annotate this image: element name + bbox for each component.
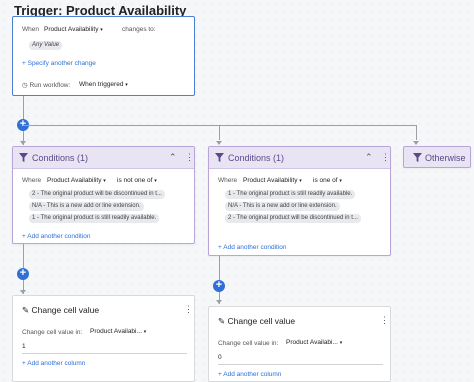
trigger-field-value: Product Availability <box>44 26 99 33</box>
cell-value-input[interactable]: 1 <box>22 343 26 350</box>
condition-value-chip[interactable]: 2 - The original product will be discont… <box>29 190 165 199</box>
add-another-condition-link[interactable]: + Add another condition <box>218 244 287 251</box>
change-cell-value-title: ✎ Change cell value <box>22 305 99 316</box>
condition-value-chip[interactable]: 1 - The original product is still readil… <box>29 214 160 223</box>
condition-field-value: Product Availability <box>243 177 298 184</box>
column-value: Product Availabi... <box>90 328 142 335</box>
condition-operator-select[interactable]: is not one of ▾ <box>117 177 157 184</box>
trigger-field-select[interactable]: Product Availability ▾ <box>44 26 103 33</box>
chevron-down-icon: ▾ <box>143 329 147 335</box>
input-underline <box>218 364 383 365</box>
chevron-down-icon: ▾ <box>339 340 343 346</box>
conditions-title: Conditions (1) <box>228 153 285 163</box>
chevron-down-icon: ▾ <box>103 178 106 184</box>
add-condition-label: Add another condition <box>223 244 287 251</box>
change-cell-value-in-label: Change cell value in: <box>218 340 279 347</box>
arrow-down-icon <box>20 141 26 145</box>
condition-operator-value: is one of <box>313 177 338 184</box>
condition-field-select[interactable]: Product Availability ▾ <box>47 177 106 184</box>
conditions-title: Conditions (1) <box>32 153 89 163</box>
run-workflow-row: ◷ Run workflow: <box>22 81 70 89</box>
collapse-chevron-icon[interactable]: ⌃ <box>365 152 373 163</box>
otherwise-label: Otherwise <box>425 153 466 163</box>
filter-icon <box>413 153 422 162</box>
where-label: Where <box>218 177 238 184</box>
filter-icon <box>19 153 28 162</box>
condition-field-value: Product Availability <box>47 177 102 184</box>
input-underline <box>22 353 187 354</box>
specify-another-change-link[interactable]: + Specify another change <box>22 60 96 67</box>
change-cell-value-title: ✎ Change cell value <box>218 316 295 327</box>
condition-operator-value: is not one of <box>117 177 153 184</box>
cell-value-input[interactable]: 0 <box>218 354 222 361</box>
more-options-icon[interactable]: ⋮ <box>184 304 193 315</box>
arrow-down-icon <box>20 290 26 294</box>
add-another-column-link[interactable]: + Add another column <box>22 360 85 367</box>
condition-field-select[interactable]: Product Availability ▾ <box>243 177 302 184</box>
add-step-button-3[interactable]: + <box>213 280 225 292</box>
chevron-down-icon: ▾ <box>125 82 128 88</box>
change-cell-value-card-right[interactable]: ✎ Change cell value ⋮ Change cell value … <box>208 306 391 382</box>
add-column-label: Add another column <box>223 371 282 378</box>
change-cell-value-card-left[interactable]: ✎ Change cell value ⋮ Change cell value … <box>12 295 195 382</box>
condition-value-chip[interactable]: 2 - The original product will be discont… <box>225 214 361 223</box>
add-step-button-2[interactable]: + <box>17 268 29 280</box>
condition-operator-select[interactable]: is one of ▾ <box>313 177 342 184</box>
filter-icon <box>215 153 224 162</box>
change-cell-value-in-label: Change cell value in: <box>22 329 83 336</box>
arrow-down-icon <box>413 141 419 145</box>
arrow-down-icon <box>216 300 222 304</box>
otherwise-card[interactable]: Otherwise <box>403 146 471 168</box>
conditions-card-right[interactable]: Conditions (1) ⌃ ⋮ Where Product Availab… <box>208 146 391 256</box>
column-value: Product Availabi... <box>286 339 338 346</box>
any-value-chip[interactable]: Any Value <box>29 41 63 50</box>
more-options-icon[interactable]: ⋮ <box>185 152 194 163</box>
chevron-down-icon: ▾ <box>339 178 342 184</box>
condition-value-chip[interactable]: N/A - This is a new add or line extensio… <box>225 202 340 211</box>
specify-link-label: Specify another change <box>27 60 96 67</box>
condition-value-chip[interactable]: 1 - The original product is still readil… <box>225 190 356 199</box>
condition-value-chip[interactable]: N/A - This is a new add or line extensio… <box>29 202 144 211</box>
trigger-card[interactable]: When Product Availability ▾ changes to: … <box>12 16 195 96</box>
conditions-header: Conditions (1) ⌃ ⋮ <box>209 147 390 169</box>
collapse-chevron-icon[interactable]: ⌃ <box>169 152 177 163</box>
run-workflow-select[interactable]: When triggered ▾ <box>79 81 128 88</box>
add-another-column-link[interactable]: + Add another column <box>218 371 281 378</box>
column-select[interactable]: Product Availabi... ▾ <box>286 339 342 346</box>
ccv-title-text: Change cell value <box>31 305 100 315</box>
where-label: Where <box>22 177 42 184</box>
more-options-icon[interactable]: ⋮ <box>380 315 389 326</box>
connector-right-down <box>416 125 417 140</box>
changes-to-label: changes to: <box>122 26 156 33</box>
conditions-header: Conditions (1) ⌃ ⋮ <box>13 147 194 169</box>
add-another-condition-link[interactable]: + Add another condition <box>22 233 91 240</box>
run-workflow-value: When triggered <box>79 81 124 88</box>
add-condition-label: Add another condition <box>27 233 91 240</box>
conditions-card-left[interactable]: Conditions (1) ⌃ ⋮ Where Product Availab… <box>12 146 195 244</box>
chevron-down-icon: ▾ <box>154 178 157 184</box>
chevron-down-icon: ▾ <box>100 27 103 33</box>
chevron-down-icon: ▾ <box>299 178 302 184</box>
ccv-title-text: Change cell value <box>227 316 296 326</box>
connector-mid-down <box>219 125 220 140</box>
column-select[interactable]: Product Availabi... ▾ <box>90 328 146 335</box>
arrow-down-icon <box>216 141 222 145</box>
run-workflow-label: Run workflow: <box>29 82 71 89</box>
more-options-icon[interactable]: ⋮ <box>381 152 390 163</box>
when-label: When <box>22 26 39 33</box>
add-column-label: Add another column <box>27 360 86 367</box>
